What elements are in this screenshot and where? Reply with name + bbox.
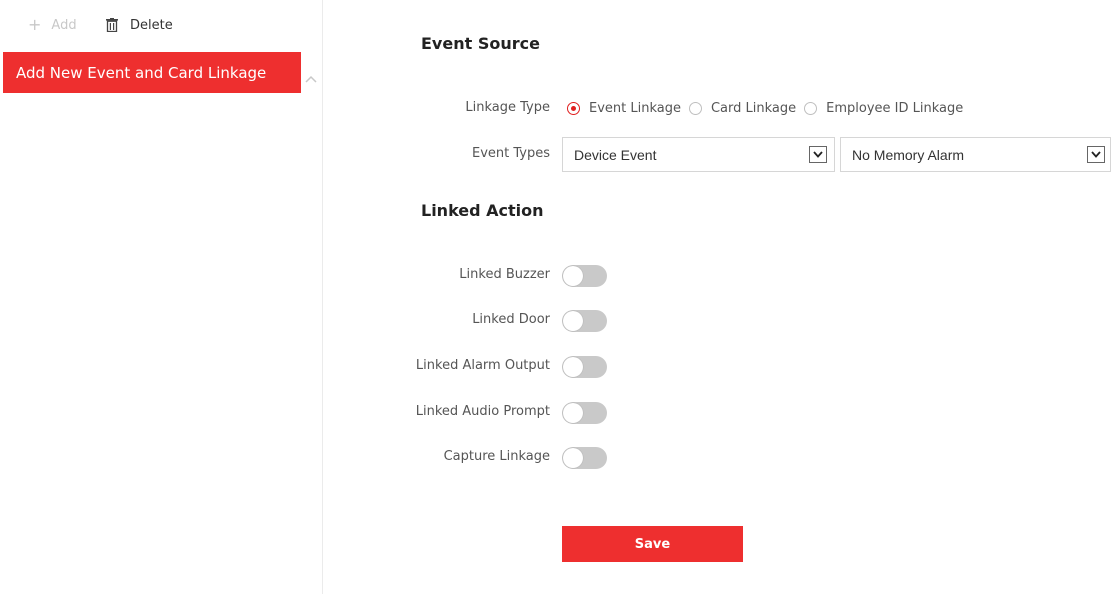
capture-linkage-toggle[interactable] <box>562 447 607 469</box>
list-item-new-linkage[interactable]: Add New Event and Card Linkage <box>3 52 301 93</box>
save-button[interactable]: Save <box>562 526 743 562</box>
scroll-up-chevron-icon[interactable] <box>304 70 318 83</box>
linked-door-toggle[interactable] <box>562 310 607 332</box>
linkage-type-radio-group: Event Linkage Card Linkage Employee ID L… <box>567 97 971 119</box>
event-types-label: Event Types <box>471 146 550 161</box>
radio-card-linkage[interactable]: Card Linkage <box>688 100 797 116</box>
radio-employee-id-linkage[interactable]: Employee ID Linkage <box>804 101 963 116</box>
linked-buzzer-toggle[interactable] <box>562 265 607 287</box>
list-item-label: Add New Event and Card Linkage <box>16 63 267 82</box>
toggle-label: Linked Audio Prompt <box>415 404 550 419</box>
radio-unchecked-icon <box>688 101 702 115</box>
toggle-knob <box>563 448 583 468</box>
toggle-knob <box>563 357 583 377</box>
toggle-label: Linked Door <box>472 312 550 327</box>
toggle-knob <box>563 266 583 286</box>
toggle-knob <box>563 311 583 331</box>
event-type-select[interactable]: No Memory Alarm <box>840 137 1111 172</box>
delete-button[interactable]: Delete <box>106 14 173 36</box>
trash-icon <box>106 18 118 32</box>
toggle-label: Linked Buzzer <box>459 267 550 282</box>
delete-label: Delete <box>130 17 173 33</box>
plus-icon: + <box>28 15 42 34</box>
radio-label: Employee ID Linkage <box>826 100 964 116</box>
linkage-type-label: Linkage Type <box>465 100 550 115</box>
chevron-down-icon <box>1087 146 1105 163</box>
radio-checked-icon <box>567 101 580 115</box>
add-label: Add <box>51 17 77 33</box>
event-category-select[interactable]: Device Event <box>562 137 835 172</box>
linkage-list-panel: + Add Delete Add New Event and Card Link… <box>0 0 323 594</box>
toggle-label: Linked Alarm Output <box>415 358 550 373</box>
linked-action-title: Linked Action <box>421 201 544 220</box>
add-button[interactable]: + Add <box>28 14 77 36</box>
toggle-knob <box>563 403 583 423</box>
toggle-label: Capture Linkage <box>443 449 550 464</box>
radio-unchecked-icon <box>804 101 818 115</box>
chevron-down-icon <box>809 146 827 163</box>
event-source-title: Event Source <box>421 34 540 53</box>
radio-label: Card Linkage <box>710 100 797 116</box>
linked-alarm-output-toggle[interactable] <box>562 356 607 378</box>
radio-event-linkage[interactable]: Event Linkage <box>567 101 681 116</box>
radio-label: Event Linkage <box>589 100 681 116</box>
linked-audio-prompt-toggle[interactable] <box>562 402 607 424</box>
select-value: No Memory Alarm <box>852 146 965 163</box>
list-toolbar: + Add Delete <box>0 0 323 50</box>
select-value: Device Event <box>574 146 657 163</box>
